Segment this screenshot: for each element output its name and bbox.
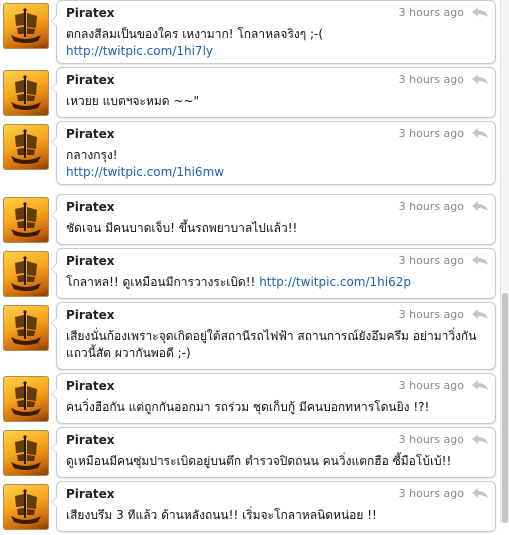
tweet-message: คนวิ่งฮือกัน แต่ถูกกันออกมา รถร่วม ชุดเก… <box>66 400 430 414</box>
avatar-pirate-ship-icon[interactable] <box>3 430 49 476</box>
tweet-message: ตกลงสีลมเป็นของใคร เหงามาก! โกลาหลจริงๆ … <box>66 27 324 41</box>
tweet-timestamp[interactable]: 3 hours ago <box>399 487 464 500</box>
tweet-text: ตกลงสีลมเป็นของใคร เหงามาก! โกลาหลจริงๆ … <box>66 26 485 60</box>
avatar-pirate-ship-icon[interactable] <box>3 70 49 116</box>
avatar-pirate-ship-icon[interactable] <box>3 251 49 297</box>
tweet-message: โกลาหล!! ดูเหมือนมีการวางระเบิด!! <box>66 275 256 289</box>
tweet-item: Piratex 3 hours ago ดูเหมือนมีคนซุ่มปาระ… <box>0 427 500 481</box>
tweet-timestamp[interactable]: 3 hours ago <box>399 433 464 446</box>
reply-arrow-icon[interactable] <box>471 306 489 320</box>
tweet-bubble: Piratex 3 hours ago ชัดเจน มีคนบาดเจ็บ! … <box>51 194 496 245</box>
tweet-timestamp[interactable]: 3 hours ago <box>399 127 464 140</box>
tweet-item: Piratex 3 hours ago เหวยย แบตฯจะหมด ~~" <box>0 67 500 121</box>
tweet-bubble: Piratex 3 hours ago ดูเหมือนมีคนซุ่มปาระ… <box>51 427 496 478</box>
tweet-text: ดูเหมือนมีคนซุ่มปาระเบิดอยู่บนตึก ตำรวจป… <box>66 453 485 470</box>
tweet-item: Piratex 3 hours ago คนวิ่งฮือกัน แต่ถูกก… <box>0 373 500 427</box>
reply-arrow-icon[interactable] <box>471 252 489 266</box>
tweet-text: เสียงนั่นก้องเพราะจุดเกิดอยู่ใต้สถานีรถไ… <box>66 328 485 362</box>
reply-arrow-icon[interactable] <box>471 71 489 85</box>
tweet-author[interactable]: Piratex <box>66 254 115 268</box>
tweet-message: เสียงนั่นก้องเพราะจุดเกิดอยู่ใต้สถานีรถไ… <box>66 329 477 360</box>
tweet-author[interactable]: Piratex <box>66 127 115 141</box>
avatar-pirate-ship-icon[interactable] <box>3 305 49 351</box>
tweet-timestamp[interactable]: 3 hours ago <box>399 73 464 86</box>
scrollbar-thumb[interactable] <box>502 293 508 523</box>
tweet-timestamp[interactable]: 3 hours ago <box>399 254 464 267</box>
tweet-message: เสียงบรึม 3 ทีแล้ว ด้านหลังถนน!! เริ่มจะ… <box>66 508 377 522</box>
tweet-message: ดูเหมือนมีคนซุ่มปาระเบิดอยู่บนตึก ตำรวจป… <box>66 454 452 468</box>
tweet-item: Piratex 3 hours ago เสียงนั่นก้องเพราะจุ… <box>0 302 500 373</box>
reply-arrow-icon[interactable] <box>471 377 489 391</box>
tweet-bubble: Piratex 3 hours ago ตกลงสีลมเป็นของใคร เ… <box>51 0 496 64</box>
tweet-message: เหวยย แบตฯจะหมด ~~" <box>66 94 200 108</box>
avatar-pirate-ship-icon[interactable] <box>3 197 49 243</box>
avatar-pirate-ship-icon[interactable] <box>3 484 49 530</box>
tweet-timestamp[interactable]: 3 hours ago <box>399 379 464 392</box>
tweet-timestamp[interactable]: 3 hours ago <box>399 6 464 19</box>
tweet-text: โกลาหล!! ดูเหมือนมีการวางระเบิด!! http:/… <box>66 274 485 291</box>
tweet-bubble: Piratex 3 hours ago กลางกรุง! http://twit… <box>51 121 496 185</box>
tweet-item: Piratex 3 hours ago โกลาหล!! ดูเหมือนมีก… <box>0 248 500 302</box>
tweet-item: Piratex 3 hours ago ตกลงสีลมเป็นของใคร เ… <box>0 0 500 67</box>
tweet-link[interactable]: http://twitpic.com/1hi7ly <box>66 44 213 58</box>
tweet-bubble: Piratex 3 hours ago โกลาหล!! ดูเหมือนมีก… <box>51 248 496 299</box>
reply-arrow-icon[interactable] <box>471 125 489 139</box>
tweet-author[interactable]: Piratex <box>66 73 115 87</box>
tweet-text: ชัดเจน มีคนบาดเจ็บ! ขึ้นรถพยาบาลไปแล้ว!! <box>66 220 485 237</box>
tweet-bubble: Piratex 3 hours ago คนวิ่งฮือกัน แต่ถูกก… <box>51 373 496 424</box>
tweet-author[interactable]: Piratex <box>66 200 115 214</box>
tweet-timestamp[interactable]: 3 hours ago <box>399 200 464 213</box>
tweet-author[interactable]: Piratex <box>66 308 115 322</box>
tweet-link[interactable]: http://twitpic.com/1hi6mw <box>66 165 224 179</box>
tweet-link[interactable]: http://twitpic.com/1hi62p <box>259 275 411 289</box>
tweet-bubble: Piratex 3 hours ago เหวยย แบตฯจะหมด ~~" <box>51 67 496 118</box>
tweet-author[interactable]: Piratex <box>66 379 115 393</box>
tweet-author[interactable]: Piratex <box>66 487 115 501</box>
tweet-timestamp[interactable]: 3 hours ago <box>399 308 464 321</box>
reply-arrow-icon[interactable] <box>471 485 489 499</box>
tweet-item: Piratex 3 hours ago ชัดเจน มีคนบาดเจ็บ! … <box>0 194 500 248</box>
tweet-message: กลางกรุง! <box>66 148 118 162</box>
tweet-text: คนวิ่งฮือกัน แต่ถูกกันออกมา รถร่วม ชุดเก… <box>66 399 485 416</box>
vertical-scrollbar[interactable] <box>500 0 509 523</box>
tweet-item: Piratex 3 hours ago เสียงบรึม 3 ทีแล้ว ด… <box>0 481 500 535</box>
avatar-pirate-ship-icon[interactable] <box>3 124 49 170</box>
tweet-text: เสียงบรึม 3 ทีแล้ว ด้านหลังถนน!! เริ่มจะ… <box>66 507 485 524</box>
reply-arrow-icon[interactable] <box>471 4 489 18</box>
tweet-author[interactable]: Piratex <box>66 433 115 447</box>
tweet-message: ชัดเจน มีคนบาดเจ็บ! ขึ้นรถพยาบาลไปแล้ว!! <box>66 221 298 235</box>
tweet-text: เหวยย แบตฯจะหมด ~~" <box>66 93 485 110</box>
tweet-bubble: Piratex 3 hours ago เสียงบรึม 3 ทีแล้ว ด… <box>51 481 496 532</box>
tweet-bubble: Piratex 3 hours ago เสียงนั่นก้องเพราะจุ… <box>51 302 496 370</box>
avatar-pirate-ship-icon[interactable] <box>3 376 49 422</box>
avatar-pirate-ship-icon[interactable] <box>3 3 49 49</box>
reply-arrow-icon[interactable] <box>471 198 489 212</box>
tweet-timeline: Piratex 3 hours ago ตกลงสีลมเป็นของใคร เ… <box>0 0 500 532</box>
tweet-text: กลางกรุง! http://twitpic.com/1hi6mw <box>66 147 485 181</box>
tweet-item: Piratex 3 hours ago กลางกรุง! http://twit… <box>0 121 500 188</box>
tweet-author[interactable]: Piratex <box>66 6 115 20</box>
reply-arrow-icon[interactable] <box>471 431 489 445</box>
